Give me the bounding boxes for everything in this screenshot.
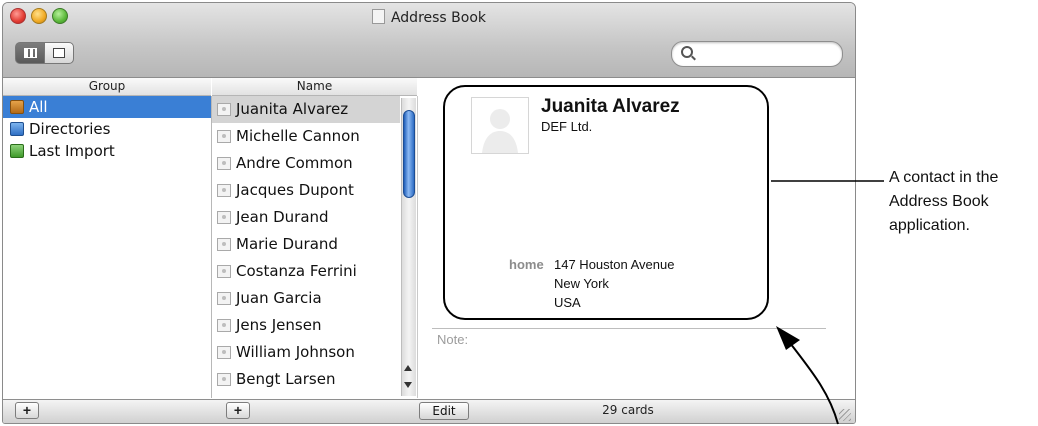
annotation-line: A contact in the <box>889 169 999 186</box>
annotation-text: A contact in the Address Book applicatio… <box>889 166 998 238</box>
callout-arrow <box>789 342 839 425</box>
annotation-line: application. <box>889 217 970 234</box>
arrowhead-icon <box>776 326 800 350</box>
callout-graphics <box>771 180 884 425</box>
annotation-line: Address Book <box>889 193 989 210</box>
